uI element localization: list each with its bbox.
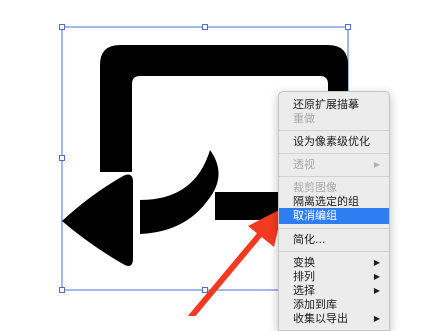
menu-item-collect-for-export[interactable]: 收集以导出 ▶ xyxy=(279,311,389,327)
menu-item-label: 添加到库 xyxy=(293,298,337,311)
menu-item-label: 透视 xyxy=(293,158,315,171)
selection-handle[interactable] xyxy=(59,155,65,161)
submenu-arrow-icon: ▶ xyxy=(373,314,380,323)
menu-item-redo[interactable]: 重做 xyxy=(279,111,389,127)
menu-separator xyxy=(279,176,389,177)
menu-item-label: 变换 xyxy=(293,256,315,269)
selection-handle[interactable] xyxy=(202,24,208,30)
menu-item-label: 排列 xyxy=(293,270,315,283)
submenu-arrow-icon: ▶ xyxy=(373,160,380,169)
menu-item-label: 裁剪图像 xyxy=(293,181,337,194)
menu-item-ungroup[interactable]: 取消编组 xyxy=(279,208,389,224)
menu-item-pixel-optimize[interactable]: 设为像素级优化 xyxy=(279,134,389,150)
menu-separator xyxy=(279,251,389,252)
menu-separator xyxy=(279,130,389,131)
annotation-arrow xyxy=(187,208,283,316)
menu-item-label: 简化... xyxy=(293,233,326,246)
menu-item-label: 设为像素级优化 xyxy=(293,135,370,148)
menu-separator xyxy=(279,153,389,154)
menu-item-label: 重做 xyxy=(293,112,315,125)
menu-item-label: 取消编组 xyxy=(293,209,337,222)
menu-item-label: 选择 xyxy=(293,284,315,297)
menu-item-simplify[interactable]: 简化... xyxy=(279,232,389,248)
selection-handle[interactable] xyxy=(202,287,208,293)
selection-handle[interactable] xyxy=(59,287,65,293)
selection-handle[interactable] xyxy=(345,24,351,30)
menu-item-label: 隔离选定的组 xyxy=(293,195,359,208)
menu-item-label: 收集以导出 xyxy=(293,312,348,325)
menu-separator xyxy=(279,228,389,229)
menu-item-label: 还原扩展描摹 xyxy=(293,98,359,111)
menu-item-perspective[interactable]: 透视 ▶ xyxy=(279,157,389,173)
selection-handle[interactable] xyxy=(59,24,65,30)
context-menu: 还原扩展描摹 重做 设为像素级优化 透视 ▶ 裁剪图像 隔离选定的组 取消编组 … xyxy=(278,91,390,331)
